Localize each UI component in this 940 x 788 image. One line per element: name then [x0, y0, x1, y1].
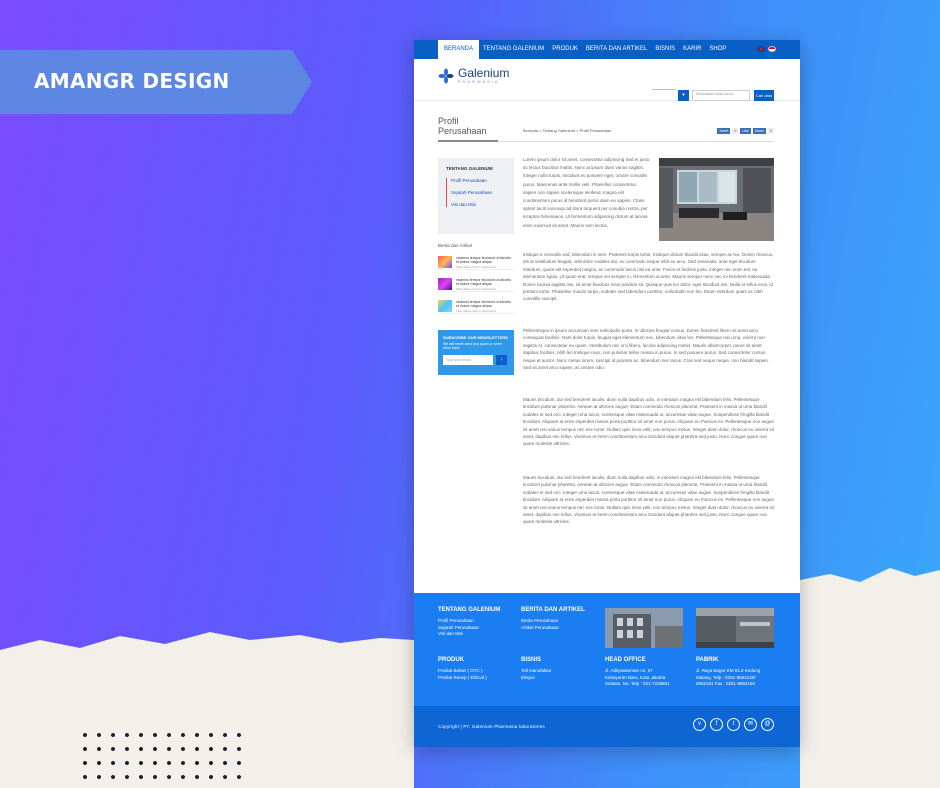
nav-bisnis[interactable]: BISNIS: [651, 40, 679, 59]
uk-flag-icon[interactable]: [757, 46, 765, 52]
search-category-select[interactable]: [652, 89, 676, 90]
footer-berita-title: BERITA DAN ARTIKEL: [521, 607, 585, 613]
nav-berita[interactable]: BERITA DAN ARTIKEL: [582, 40, 651, 59]
copyright-bar: Copyright | PT. Galenium Pharmasia labor…: [414, 706, 800, 747]
newsletter-box: SUBSCRIBE OUR NEWSLETTERS We will never …: [438, 330, 514, 375]
footer-link[interactable]: Visi dan Misi: [438, 631, 500, 638]
website-mockup: BERANDA TENTANG GALENIUM PRODUK BERITA D…: [414, 40, 800, 747]
footer-pabrik: PABRIK Jl. Raya Bogor KM 51.5 Kedung Mal…: [696, 657, 760, 688]
news-date: Tiket dalam Hari In Hammond: [456, 309, 496, 313]
address-line: 8652161 Fax : 0251-8652160: [696, 681, 756, 686]
twitter-icon[interactable]: t: [727, 718, 740, 731]
sidebar-title: TENTANG GALENIUM: [446, 166, 493, 171]
galenium-leaf-icon: [438, 68, 454, 84]
factory-photo: [696, 608, 774, 648]
page-titlebar: Profil Perusahaan Beranda > Tentang Gale…: [438, 116, 774, 142]
search-button[interactable]: Cari data: [754, 90, 774, 101]
footer-link[interactable]: Produk Bebas ( OTC ): [438, 668, 487, 675]
news-item[interactable]: vivamus tempor tincidunt ut lobortis et …: [438, 298, 514, 314]
search-dropdown-button[interactable]: ▾: [678, 90, 689, 101]
footer-link[interactable]: Artikel Perusahaan: [521, 625, 585, 632]
intro-paragraph: Lorem ipsum dolor sit amet, consectetur …: [523, 157, 650, 228]
footer-link[interactable]: Toll manufaktur: [521, 668, 552, 675]
sidebar-item-sejarah[interactable]: Sejarah Perusahaan: [451, 190, 506, 195]
share-count: 0: [768, 128, 774, 134]
mail-icon[interactable]: @: [761, 718, 774, 731]
nav-beranda[interactable]: BERANDA: [438, 40, 480, 59]
share-button[interactable]: Share: [752, 128, 767, 134]
content-paragraph-1: tristique a convallis sed, bibendum in s…: [523, 252, 774, 302]
vimeo-icon[interactable]: v: [693, 718, 706, 731]
footer-bisnis: BISNIS Toll manufaktur Ekspor: [521, 657, 552, 681]
tweet-button[interactable]: Tweet: [716, 128, 731, 134]
like-button[interactable]: Like: [740, 128, 751, 134]
news-text: vivamus tempor tincidunt ut lobortis et …: [456, 256, 511, 264]
nav-tentang[interactable]: TENTANG GALENIUM: [479, 40, 548, 59]
sidebar-item-visi[interactable]: Visi dan Misi: [451, 202, 506, 207]
newsletter-title: SUBSCRIBE OUR NEWSLETTERS: [443, 335, 508, 340]
news-thumbnail: [438, 256, 452, 268]
news-date: Tiket dalam Hari In Hammond: [456, 287, 496, 291]
site-header: Galenium PHARMASIA ▾ Masukkan kata kunci…: [414, 59, 800, 101]
dot-grid-decoration: [78, 728, 248, 784]
footer-berita: BERITA DAN ARTIKEL Berita Perusahaan Art…: [521, 607, 585, 631]
facebook-icon[interactable]: f: [710, 718, 723, 731]
sidebar-item-profil[interactable]: Profil Perusahaan: [451, 178, 506, 183]
footer-tentang: TENTANG GALENIUM Profil Perusahaan Sejar…: [438, 607, 500, 638]
newsletter-email-input[interactable]: Type your email: [443, 355, 493, 365]
footer-pabrik-title: PABRIK: [696, 657, 719, 663]
footer-tentang-title: TENTANG GALENIUM: [438, 607, 501, 613]
page-title: Profil Perusahaan: [438, 116, 487, 136]
content-paragraph-2: Pellentesque in ipsum accumsan sem solli…: [523, 328, 770, 371]
content-paragraph-4: Mauris tincidunt, dui sed hendrerit iacu…: [523, 475, 774, 525]
copyright-text: Copyright | PT. Galenium Pharmasia labor…: [438, 724, 545, 729]
news-item[interactable]: vivamus tempor tincidunt ut lobortis et …: [438, 254, 514, 270]
search-input[interactable]: Masukkan kata kunci: [692, 90, 750, 101]
sidebar-menu: TENTANG GALENIUM Profil Perusahaan Sejar…: [438, 158, 514, 234]
news-heading: Berita dan Artikel: [438, 243, 473, 248]
indonesia-flag-icon[interactable]: [768, 46, 776, 52]
news-item[interactable]: vivamus tempor tincidunt ut lobortis et …: [438, 276, 514, 292]
top-navigation: BERANDA TENTANG GALENIUM PRODUK BERITA D…: [414, 40, 800, 59]
newsletter-submit-button[interactable]: ›: [496, 355, 507, 365]
chat-icon[interactable]: ✉: [744, 718, 757, 731]
nav-shop[interactable]: SHOP: [705, 40, 730, 59]
title-underline: [438, 140, 498, 142]
footer-head-office-title: HEAD OFFICE: [605, 657, 646, 663]
footer-link[interactable]: Ekspor: [521, 675, 552, 682]
office-interior-photo: [659, 158, 774, 241]
news-thumbnail: [438, 278, 452, 290]
footer-bisnis-title: BISNIS: [521, 657, 542, 663]
galenium-logo[interactable]: Galenium PHARMASIA: [438, 66, 510, 84]
nav-karir[interactable]: KARIR: [679, 40, 705, 59]
footer-link[interactable]: Produk Resep ( Ethical ): [438, 675, 487, 682]
breadcrumb[interactable]: Beranda > Tentang Galenium > Profil Peru…: [523, 128, 611, 133]
news-date: Tiket dalam Hari In Hammond: [456, 265, 496, 269]
head-office-photo: [605, 608, 683, 648]
footer-social-icons: v f t ✉ @: [693, 718, 774, 731]
news-text: vivamus tempor tincidunt ut lobortis et …: [456, 278, 511, 286]
news-text: vivamus tempor tincidunt ut lobortis et …: [456, 300, 511, 308]
newsletter-text: We will never send you spam or some othe…: [443, 342, 503, 351]
news-thumbnail: [438, 300, 452, 312]
footer-produk-title: PRODUK: [438, 657, 465, 663]
logo-name: Galenium: [458, 66, 510, 80]
address-line: Jl. Raya Bogor KM 51.5 Kedung: [696, 668, 761, 673]
brand-banner: AMANGR DESIGN: [0, 50, 312, 114]
tweet-count: 0: [732, 128, 739, 134]
footer-head-office: HEAD OFFICE Jl. Adityawarman no. 67 Keba…: [605, 657, 669, 688]
share-buttons: Tweet 0 Like Share 0: [716, 128, 774, 134]
footer-produk: PRODUK Produk Bebas ( OTC ) Produk Resep…: [438, 657, 487, 681]
address-line: Selatan. No. Telp : 021-7228601: [605, 681, 670, 686]
content-paragraph-3: Mauris tincidunt, dui sed hendrerit iacu…: [523, 397, 774, 447]
brand-banner-text: AMANGR DESIGN: [34, 69, 230, 93]
nav-produk[interactable]: PRODUK: [548, 40, 582, 59]
